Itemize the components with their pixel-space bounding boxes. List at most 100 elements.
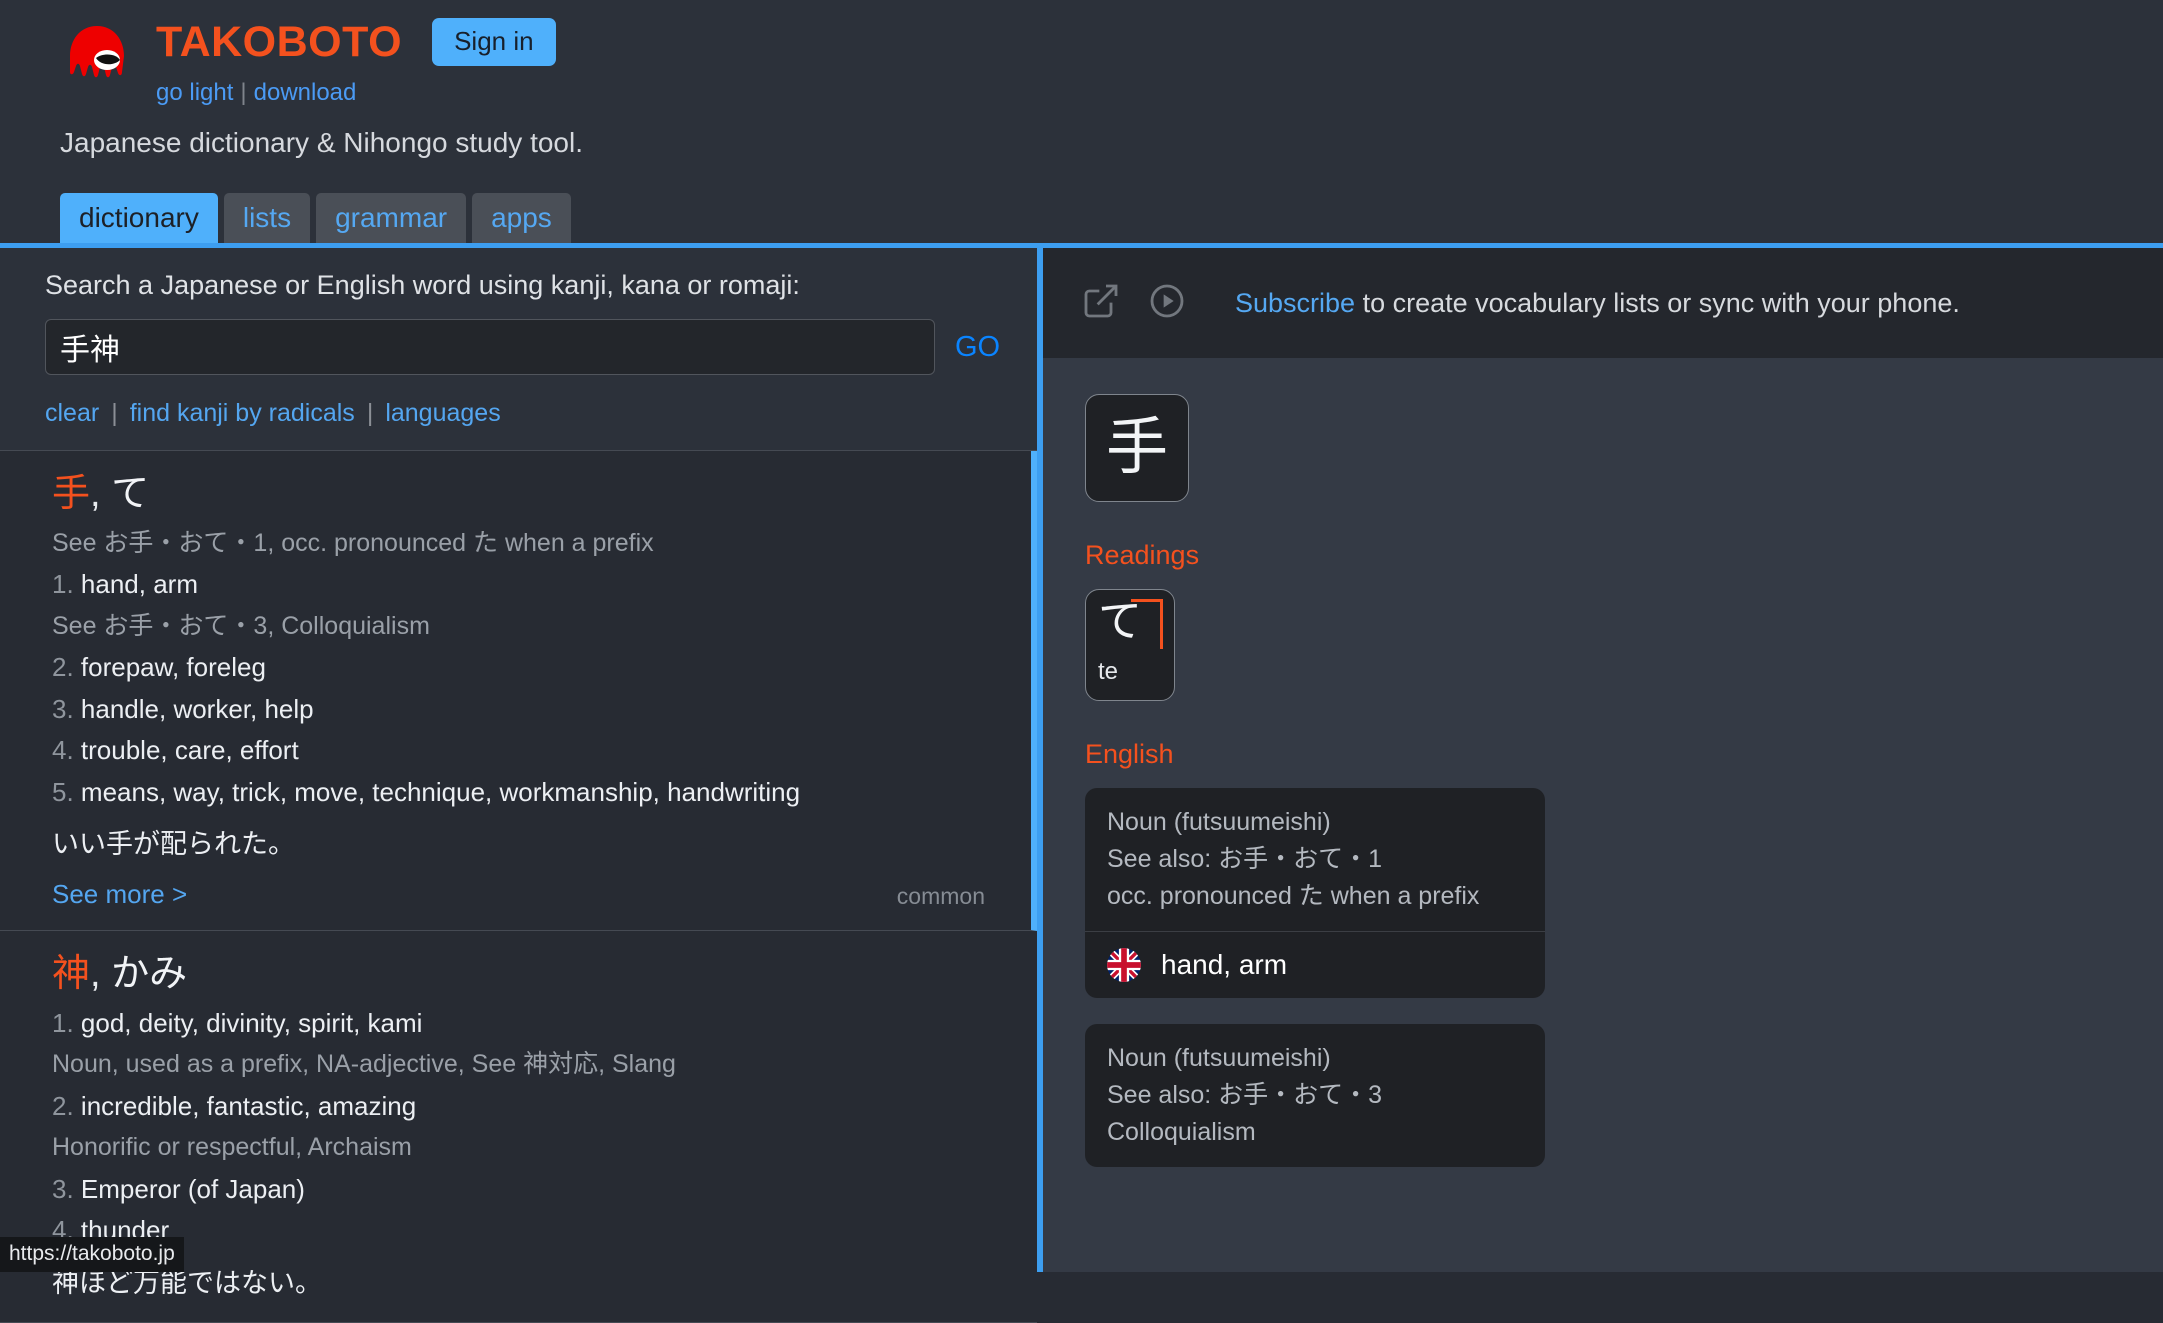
english-card-gloss: hand, arm <box>1085 931 1545 998</box>
clear-link[interactable]: clear <box>45 399 99 427</box>
sense-number: 2. <box>52 1090 74 1121</box>
gloss-text: hand, arm <box>1161 949 1288 980</box>
tab-apps[interactable]: apps <box>472 192 571 244</box>
entry-sense: 3. handle, worker, help <box>52 693 991 726</box>
meta-line: Noun (futsuumeishi) <box>1107 1044 1331 1072</box>
sense-text: incredible, fantastic, amazing <box>80 1090 417 1121</box>
reading-romaji: te <box>1098 658 1119 685</box>
entry-headword: 神, かみ <box>52 953 997 997</box>
entry-kanji: 手 <box>52 473 91 515</box>
entry-comma: , <box>90 953 101 996</box>
english-heading: English <box>1085 739 1174 769</box>
sense-text: forepaw, foreleg <box>80 652 266 683</box>
languages-link[interactable]: languages <box>385 399 500 427</box>
sense-number: 3. <box>52 1173 74 1204</box>
english-card-meta: Noun (futsuumeishi) See also: お手・おて・1 oc… <box>1085 788 1545 931</box>
entry-note: See お手・おて・1, occ. pronounced た when a pr… <box>52 528 654 557</box>
right-pane: Subscribe to create vocabulary lists or … <box>1043 248 2163 1272</box>
sense-text: hand, arm <box>80 569 198 600</box>
entry-comma: , <box>90 473 101 515</box>
sign-in-button[interactable]: Sign in <box>432 18 556 66</box>
result-entry[interactable]: 手, て See お手・おて・1, occ. pronounced た when… <box>0 451 1037 932</box>
search-input[interactable] <box>45 319 935 375</box>
go-light-link[interactable]: go light <box>156 79 233 106</box>
left-pane: Search a Japanese or English word using … <box>0 248 1037 1323</box>
go-button[interactable]: GO <box>955 331 1000 364</box>
site-header: TAKOBOTO Sign in go light | download Japan… <box>0 0 2163 248</box>
subscribe-rest: to create vocabulary lists or sync with … <box>1355 287 1960 318</box>
site-tagline: Japanese dictionary & Nihongo study tool… <box>60 127 583 158</box>
sense-text: means, way, trick, move, technique, work… <box>80 776 801 807</box>
entry-kana: て <box>111 473 150 515</box>
entry-kanji: 神 <box>52 953 91 996</box>
tab-dictionary[interactable]: dictionary <box>60 192 218 244</box>
sense-text: handle, worker, help <box>80 693 314 724</box>
entry-sense: 5. means, way, trick, move, technique, w… <box>52 776 991 809</box>
entry-kana: かみ <box>111 953 188 996</box>
entry-note: Honorific or respectful, Archaism <box>52 1133 412 1162</box>
meta-line: See also: お手・おて・3 <box>1107 1081 1383 1109</box>
search-area: Search a Japanese or English word using … <box>0 248 1037 450</box>
main-tabs: dictionary lists grammar apps <box>60 192 571 244</box>
search-label: Search a Japanese or English word using … <box>45 270 800 300</box>
octopus-logo-icon[interactable] <box>58 20 136 98</box>
tab-grammar[interactable]: grammar <box>316 192 467 244</box>
subscribe-text: Subscribe to create vocabulary lists or … <box>1235 288 1960 319</box>
uk-flag-icon <box>1107 948 1141 982</box>
external-link-icon[interactable] <box>1081 281 1121 326</box>
entry-example: 神ほど万能ではない。 <box>52 1267 322 1298</box>
brand-block: TAKOBOTO Sign in go light | download <box>156 18 556 107</box>
english-card-meta: Noun (futsuumeishi) See also: お手・おて・3 Co… <box>1085 1024 1545 1167</box>
brand-line: TAKOBOTO Sign in <box>156 18 556 66</box>
link-separator: | <box>111 399 118 427</box>
entry-note: Noun, used as a prefix, NA-adjective, Se… <box>52 1050 676 1079</box>
entry-headword: 手, て <box>52 473 991 517</box>
sense-text: trouble, care, effort <box>80 735 299 766</box>
entry-sense: 1. hand, arm <box>52 568 991 601</box>
brand-sublinks: go light | download <box>156 79 556 107</box>
download-link[interactable]: download <box>254 79 357 106</box>
common-badge: common <box>896 883 985 910</box>
subscribe-bar: Subscribe to create vocabulary lists or … <box>1043 248 2163 358</box>
see-more-link[interactable]: See more > <box>52 879 187 910</box>
headword-kanji: 手 <box>1105 413 1168 482</box>
brand-title: TAKOBOTO <box>156 17 403 66</box>
readings-heading: Readings <box>1085 540 1200 570</box>
sense-number: 2. <box>52 652 74 683</box>
sense-number: 3. <box>52 693 74 724</box>
sense-number: 5. <box>52 776 74 807</box>
entry-sense: 1. god, deity, divinity, spirit, kami <box>52 1007 997 1040</box>
entry-note: See お手・おて・3, Colloquialism <box>52 611 430 640</box>
search-links: clear | find kanji by radicals | languages <box>45 399 1037 428</box>
results-list: 手, て See お手・おて・1, occ. pronounced た when… <box>0 451 1037 1323</box>
logo-row: TAKOBOTO Sign in go light | download <box>0 0 2163 107</box>
entry-sense: 4. thunder <box>52 1214 997 1247</box>
meta-line: occ. pronounced た when a prefix <box>1107 882 1480 910</box>
content-area: Search a Japanese or English word using … <box>0 248 2163 1323</box>
sense-number: 4. <box>52 735 74 766</box>
english-card[interactable]: Noun (futsuumeishi) See also: お手・おて・1 oc… <box>1085 788 1545 998</box>
meta-line: See also: お手・おて・1 <box>1107 845 1383 873</box>
link-separator: | <box>366 399 374 427</box>
status-bar-url: https://takoboto.jp <box>0 1237 184 1272</box>
meta-line: Noun (futsuumeishi) <box>1107 808 1331 836</box>
tab-lists[interactable]: lists <box>223 192 311 244</box>
english-card[interactable]: Noun (futsuumeishi) See also: お手・おて・3 Co… <box>1085 1024 1545 1167</box>
subscribe-link[interactable]: Subscribe <box>1235 288 1355 318</box>
play-circle-icon[interactable] <box>1147 281 1187 326</box>
link-separator: | <box>240 79 247 106</box>
entry-example: いい手が配られた。 <box>52 829 295 860</box>
right-pane-body: 手 Readings て te English Noun (futsuumeis… <box>1043 358 2163 1167</box>
find-kanji-by-radicals-link[interactable]: find kanji by radicals <box>130 399 355 427</box>
sense-number: 1. <box>52 1007 74 1038</box>
search-row: GO <box>45 319 1037 375</box>
entry-sense: 3. Emperor (of Japan) <box>52 1173 997 1206</box>
entry-sense: 2. incredible, fantastic, amazing <box>52 1090 997 1123</box>
headword-kanji-card[interactable]: 手 <box>1085 394 1189 502</box>
sense-number: 1. <box>52 569 74 600</box>
sense-text: god, deity, divinity, spirit, kami <box>80 1007 423 1038</box>
entry-sense: 4. trouble, care, effort <box>52 734 991 767</box>
sense-text: Emperor (of Japan) <box>80 1173 305 1204</box>
reading-card[interactable]: て te <box>1085 589 1175 701</box>
reading-bracket-icon <box>1131 599 1163 649</box>
